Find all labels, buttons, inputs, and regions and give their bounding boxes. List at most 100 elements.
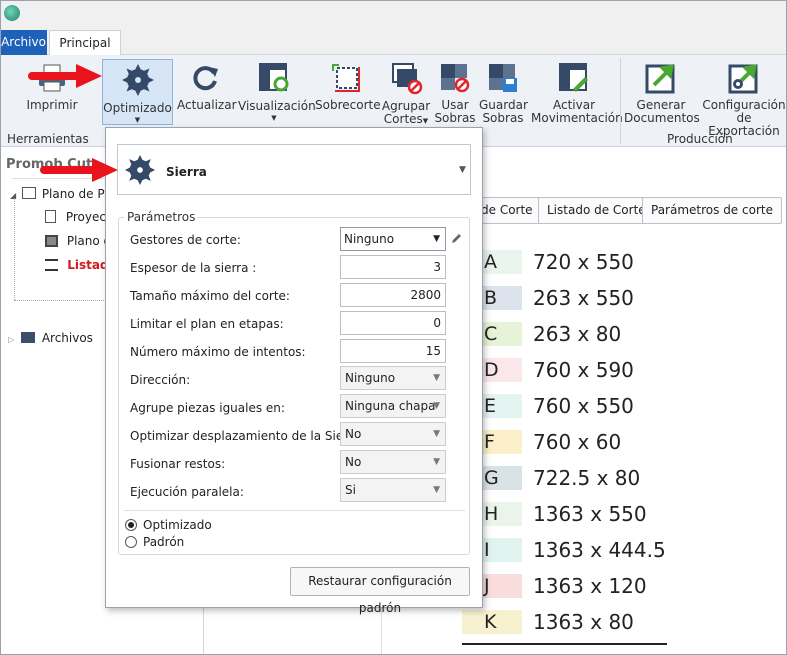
activar-label-2: Movimentación bbox=[531, 111, 623, 125]
piece-size: 1363 x 120 bbox=[533, 574, 647, 598]
usar-sobras-button[interactable]: Usar Sobras bbox=[434, 61, 476, 125]
optimizar-desplazamiento-select[interactable]: No ▼ bbox=[340, 422, 446, 446]
optimizer-selector-value: Sierra bbox=[166, 165, 207, 179]
radio-optimizado[interactable] bbox=[125, 519, 137, 531]
intentos-input[interactable]: 15 bbox=[340, 339, 446, 363]
piece-size: 263 x 80 bbox=[533, 322, 622, 346]
visualizacion-button[interactable]: Visualización ▼ bbox=[238, 61, 316, 123]
refresh-icon bbox=[193, 66, 218, 91]
chevron-down-icon: ▼ bbox=[433, 401, 440, 411]
fusionar-select[interactable]: No ▼ bbox=[340, 450, 446, 474]
view-layout-icon bbox=[259, 63, 289, 92]
activate-move-icon bbox=[559, 63, 588, 92]
piece-size: 722.5 x 80 bbox=[533, 466, 641, 490]
tab-listado-de-corte[interactable]: Listado de Corte bbox=[538, 197, 655, 224]
tamano-input[interactable]: 2800 bbox=[340, 283, 446, 307]
sobrecorte-label: Sobrecorte bbox=[315, 98, 381, 112]
label-tamano: Tamaño máximo del corte: bbox=[130, 289, 290, 303]
radio-padron-label: Padrón bbox=[143, 535, 185, 549]
use-scraps-icon bbox=[441, 64, 470, 93]
chevron-down-icon: ▼ bbox=[271, 114, 277, 122]
visualizacion-label: Visualización bbox=[238, 99, 316, 113]
label-ejecucion: Ejecución paralela: bbox=[130, 485, 244, 499]
pieces-underline bbox=[462, 643, 667, 645]
agrupar-cortes-button[interactable]: Agrupar Cortes▼ bbox=[381, 61, 431, 128]
chevron-down-icon: ▼ bbox=[134, 116, 141, 124]
group-herramientas: Herramientas bbox=[7, 132, 89, 146]
piece-size: 1363 x 80 bbox=[533, 610, 634, 634]
tree-node-proyecto[interactable]: Proyect bbox=[45, 210, 111, 224]
tree-node-archivos[interactable]: ▷ Archivos bbox=[8, 331, 93, 345]
export-settings-icon bbox=[728, 64, 758, 94]
app-logo-icon bbox=[4, 5, 20, 21]
guardar-sobras-button[interactable]: Guardar Sobras bbox=[479, 61, 528, 125]
sobrecorte-button[interactable]: Sobrecorte bbox=[315, 61, 381, 112]
tree-node-plano-root[interactable]: ◢ Plano de Pr bbox=[10, 187, 109, 201]
list-icon bbox=[45, 259, 58, 271]
agrupe-select[interactable]: Ninguna chapa ▼ bbox=[340, 394, 446, 418]
red-arrow-icon bbox=[28, 64, 102, 88]
piece-size: 1363 x 550 bbox=[533, 502, 647, 526]
parameters-divider bbox=[124, 510, 465, 511]
project-stack-icon bbox=[21, 187, 36, 199]
generar-label-2: Documentos bbox=[624, 111, 700, 125]
guardar-label-2: Sobras bbox=[482, 111, 524, 125]
tab-archivo[interactable]: Archivo bbox=[0, 30, 47, 55]
group-cuts-icon bbox=[392, 63, 423, 95]
actualizar-label: Actualizar bbox=[177, 98, 237, 112]
activar-movimentacion-button[interactable]: Activar Movimentación bbox=[531, 61, 623, 125]
archive-box-icon bbox=[20, 332, 35, 343]
label-optimizar-desplazamiento: Optimizar desplazamiento de la Sierra: bbox=[130, 429, 365, 443]
chevron-down-icon: ▼ bbox=[433, 457, 440, 467]
imprimir-label: Imprimir bbox=[26, 98, 78, 112]
chevron-down-icon: ▼ bbox=[433, 373, 440, 383]
chevron-down-icon[interactable]: ▼ bbox=[459, 165, 466, 175]
optimizado-label: Optimizado bbox=[103, 101, 172, 115]
tree-node-plano-child[interactable]: Plano d bbox=[45, 234, 111, 248]
piece-size: 760 x 60 bbox=[533, 430, 622, 454]
piece-size: 263 x 550 bbox=[533, 286, 634, 310]
ribbon-separator bbox=[620, 58, 621, 144]
chevron-down-icon: ▼ bbox=[422, 117, 429, 125]
ejecucion-select[interactable]: Si ▼ bbox=[340, 478, 446, 502]
tab-parametros-de-corte[interactable]: Parámetros de corte bbox=[642, 197, 782, 224]
piece-size: 760 x 550 bbox=[533, 394, 634, 418]
agrupar-label-2: Cortes▼ bbox=[383, 112, 429, 126]
tree-line bbox=[14, 198, 15, 300]
label-gestores: Gestores de corte: bbox=[130, 233, 241, 247]
espesor-input[interactable]: 3 bbox=[340, 255, 446, 279]
chevron-down-icon: ▼ bbox=[433, 429, 440, 439]
crop-frame-icon bbox=[332, 64, 360, 92]
usar-label-2: Sobras bbox=[434, 111, 476, 125]
limitar-input[interactable]: 0 bbox=[340, 311, 446, 335]
chevron-down-icon: ▼ bbox=[433, 485, 440, 495]
generar-documentos-button[interactable]: Generar Documentos bbox=[624, 61, 700, 125]
gestores-select[interactable]: Ninguno ▼ bbox=[340, 227, 446, 251]
parameters-title: Parámetros bbox=[124, 210, 199, 224]
chevron-down-icon: ▼ bbox=[433, 234, 440, 244]
tab-principal[interactable]: Principal bbox=[49, 30, 121, 56]
title-bar bbox=[0, 0, 787, 28]
document-icon bbox=[45, 210, 56, 223]
piece-letter: K bbox=[462, 610, 522, 634]
label-agrupe: Agrupe piezas iguales en: bbox=[130, 401, 285, 415]
piece-size: 760 x 590 bbox=[533, 358, 634, 382]
actualizar-button[interactable]: Actualizar bbox=[177, 61, 237, 112]
pencil-icon[interactable] bbox=[451, 232, 463, 244]
export-document-icon bbox=[645, 64, 675, 94]
group-produccion: Producción bbox=[667, 132, 733, 146]
piece-size: 1363 x 444.5 bbox=[533, 538, 666, 562]
expand-triangle-icon[interactable]: ▷ bbox=[8, 335, 14, 344]
save-scraps-icon bbox=[489, 64, 517, 92]
red-arrow-icon bbox=[40, 158, 118, 182]
plan-grid-icon bbox=[45, 235, 58, 247]
restore-defaults-button[interactable]: Restaurar configuración padrón bbox=[290, 567, 470, 615]
configuracion-exportacion-button[interactable]: Configuración de Exportación bbox=[702, 61, 786, 138]
label-intentos: Número máximo de intentos: bbox=[130, 345, 306, 359]
label-fusionar: Fusionar restos: bbox=[130, 457, 226, 471]
direccion-select[interactable]: Ninguno ▼ bbox=[340, 366, 446, 390]
optimizado-button[interactable]: Optimizado ▼ bbox=[102, 59, 173, 125]
label-espesor: Espesor de la sierra : bbox=[130, 261, 257, 275]
radio-padron[interactable] bbox=[125, 536, 137, 548]
saw-blade-icon bbox=[124, 154, 156, 186]
